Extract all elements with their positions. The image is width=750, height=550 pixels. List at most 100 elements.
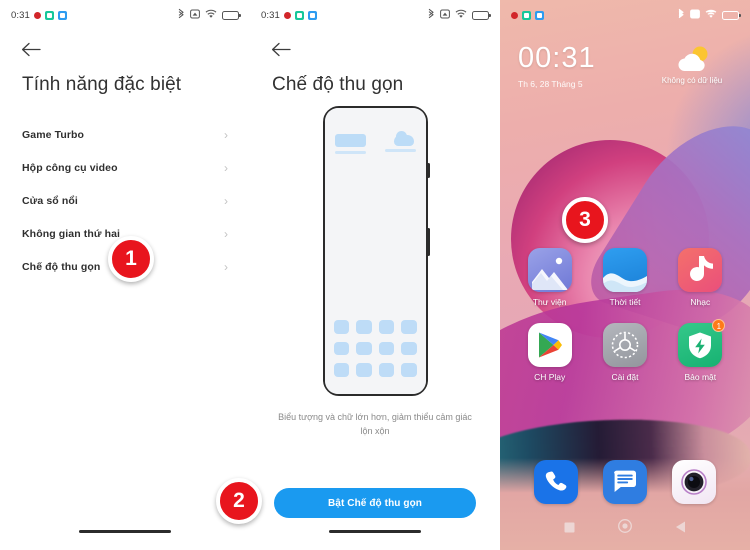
app-music[interactable]: Nhạc bbox=[671, 248, 729, 307]
dock bbox=[500, 460, 750, 504]
page-title: Chế độ thu gọn bbox=[272, 74, 404, 95]
app-weather[interactable]: Thời tiết bbox=[596, 248, 654, 307]
battery-icon bbox=[722, 10, 741, 20]
chevron-right-icon: › bbox=[224, 259, 228, 274]
sim-icon bbox=[440, 6, 450, 24]
app-security[interactable]: 1 Bảo mật bbox=[671, 319, 729, 382]
settings-row-floating-window[interactable]: Cửa sổ nổi › bbox=[0, 184, 250, 217]
app-grid: Thư viện Thời tiết Nhạc CH Play Cài đặt … bbox=[500, 248, 750, 398]
app-label: CH Play bbox=[534, 372, 566, 382]
row-label: Chế độ thu gọn bbox=[22, 260, 101, 273]
app-label: Cài đặt bbox=[611, 372, 639, 382]
mock-app-tile bbox=[356, 320, 372, 334]
recents-square-icon[interactable] bbox=[564, 520, 575, 538]
cta-container: Bật Chế độ thu gọn bbox=[250, 488, 500, 518]
home-indicator bbox=[79, 530, 171, 533]
chevron-right-icon: › bbox=[224, 127, 228, 142]
clock-time: 00:31 bbox=[518, 42, 596, 74]
mock-app-tile bbox=[333, 320, 349, 334]
mock-app-tile bbox=[378, 363, 394, 377]
mock-app-tile bbox=[378, 320, 394, 334]
clock-widget[interactable]: 00:31 Th 6, 28 Tháng 5 bbox=[518, 42, 596, 90]
wifi-icon bbox=[455, 6, 467, 24]
app-green-icon bbox=[522, 10, 531, 20]
page-title: Tính năng đặc biệt bbox=[22, 74, 182, 95]
mock-app-tile bbox=[401, 363, 417, 377]
back-triangle-icon[interactable] bbox=[675, 520, 686, 538]
battery-icon bbox=[222, 10, 241, 20]
preview-caption: Biểu tượng và chữ lớn hơn, giảm thiểu cả… bbox=[278, 412, 472, 436]
status-bar-left: 0:31 bbox=[11, 10, 67, 21]
notification-badge: 1 bbox=[712, 319, 726, 332]
dock-app-camera[interactable] bbox=[665, 460, 723, 504]
app-row: CH Play Cài đặt 1 Bảo mật bbox=[500, 319, 750, 382]
bluetooth-icon bbox=[427, 6, 435, 24]
home-screen: 00:31 Th 6, 28 Tháng 5 Không có dữ liệu bbox=[500, 0, 750, 550]
app-row: Thư viện Thời tiết Nhạc bbox=[500, 248, 750, 307]
app-play-store[interactable]: CH Play bbox=[521, 323, 579, 382]
screenshot-root: 0:31 Tính năng đặc biệt Game Turbo › Hộp… bbox=[0, 0, 750, 550]
sim-icon bbox=[190, 6, 200, 24]
weather-sun-cloud-icon bbox=[675, 46, 709, 72]
app-green-icon bbox=[44, 10, 54, 20]
play-store-icon bbox=[527, 323, 572, 367]
status-bar-left: 0:31 bbox=[261, 10, 317, 21]
app-label: Thời tiết bbox=[609, 297, 641, 307]
status-bar bbox=[500, 0, 750, 30]
chevron-right-icon: › bbox=[224, 226, 228, 241]
record-dot-icon bbox=[33, 11, 41, 19]
app-gallery[interactable]: Thư viện bbox=[521, 248, 579, 307]
wifi-icon bbox=[205, 6, 217, 24]
status-time: 0:31 bbox=[11, 9, 30, 21]
mock-clock-widget bbox=[334, 134, 366, 155]
panel-lite-mode: 0:31 Chế độ thu gọn Biểu tượng và chữ lớ… bbox=[250, 0, 500, 550]
mock-app-tile bbox=[378, 341, 394, 356]
mock-app-tile bbox=[356, 341, 372, 356]
bluetooth-icon bbox=[677, 6, 685, 24]
row-label: Hộp công cụ video bbox=[22, 161, 118, 174]
app-blue-icon bbox=[57, 10, 67, 20]
sim-icon bbox=[690, 6, 700, 24]
status-bar: 0:31 bbox=[0, 0, 250, 30]
navigation-bar bbox=[500, 519, 750, 538]
back-button[interactable] bbox=[20, 38, 42, 60]
app-blue-icon bbox=[307, 10, 317, 20]
battery-icon bbox=[472, 10, 491, 20]
row-label: Cửa sổ nổi bbox=[22, 194, 78, 207]
phone-mockup bbox=[322, 106, 430, 396]
status-time: 0:31 bbox=[261, 9, 280, 21]
settings-row-game-turbo[interactable]: Game Turbo › bbox=[0, 118, 250, 151]
mock-app-tile bbox=[333, 363, 349, 377]
clock-date: Th 6, 28 Tháng 5 bbox=[518, 79, 583, 89]
step-marker-2: 2 bbox=[216, 478, 262, 524]
home-circle-icon[interactable] bbox=[618, 519, 632, 538]
phone-icon bbox=[534, 460, 579, 504]
app-label: Thư viện bbox=[532, 297, 567, 307]
dock-app-phone[interactable] bbox=[527, 460, 585, 504]
app-label: Bảo mật bbox=[684, 372, 717, 382]
dock-app-messages[interactable] bbox=[596, 460, 654, 504]
mock-power-button bbox=[426, 163, 430, 178]
weather-status-text: Không có dữ liệu bbox=[661, 76, 723, 85]
weather-icon bbox=[602, 248, 647, 292]
mock-app-tile bbox=[333, 341, 349, 356]
mock-app-tile bbox=[356, 363, 372, 377]
back-button[interactable] bbox=[270, 38, 292, 60]
weather-widget[interactable]: Không có dữ liệu bbox=[646, 46, 738, 85]
status-bar-left bbox=[511, 10, 544, 20]
step-marker-1: 1 bbox=[108, 236, 154, 282]
app-settings[interactable]: Cài đặt bbox=[596, 323, 654, 382]
step-marker-3: 3 bbox=[562, 197, 608, 243]
wifi-icon bbox=[705, 6, 717, 24]
mock-app-tile bbox=[401, 320, 417, 334]
mock-volume-button bbox=[426, 228, 430, 256]
record-dot-icon bbox=[283, 11, 291, 19]
status-bar-right bbox=[177, 6, 241, 24]
status-bar-right bbox=[677, 6, 741, 24]
mock-weather-widget bbox=[384, 131, 417, 153]
app-blue-icon bbox=[535, 10, 544, 20]
enable-lite-mode-button[interactable]: Bật Chế độ thu gọn bbox=[274, 488, 476, 518]
chevron-right-icon: › bbox=[224, 160, 228, 175]
settings-row-video-toolbox[interactable]: Hộp công cụ video › bbox=[0, 151, 250, 184]
messages-icon bbox=[602, 460, 647, 504]
